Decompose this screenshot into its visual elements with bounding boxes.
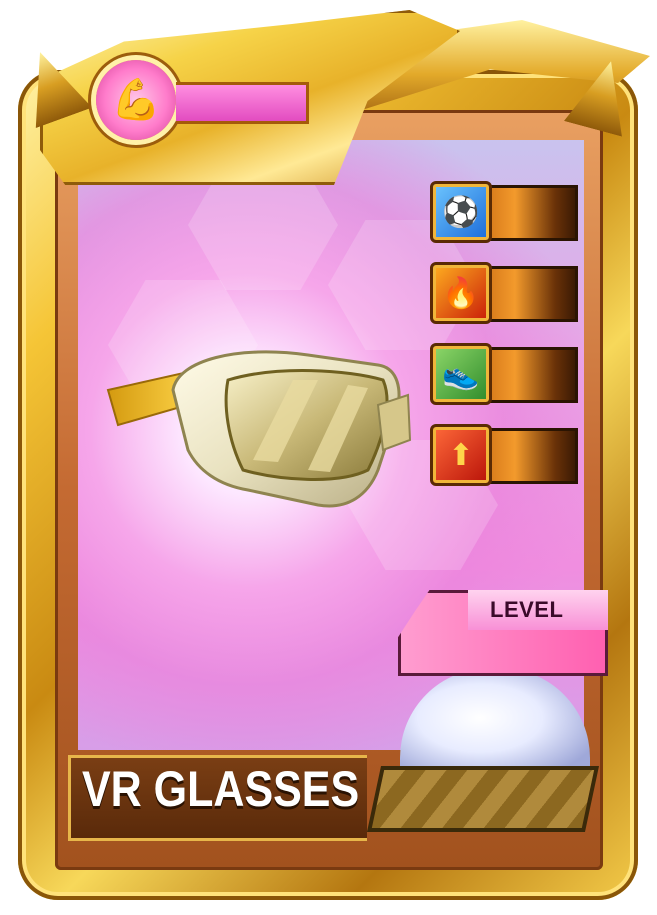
power-bar <box>176 82 309 124</box>
rarity-bar <box>366 766 600 832</box>
power-emblem: 💪 <box>96 60 176 140</box>
up-arrow-boost-icon: ⬆ <box>430 424 492 486</box>
skill-slot[interactable]: 👟 <box>430 343 578 405</box>
soccer-ball-icon: ⚽ <box>430 181 492 243</box>
flexed-bicep-icon: 💪 <box>111 78 161 122</box>
skill-slot[interactable]: ⬆ <box>430 424 578 486</box>
level-label: LEVEL <box>490 597 564 622</box>
fire-player-icon: 🔥 <box>430 262 492 324</box>
kick-boot-icon: 👟 <box>430 343 492 405</box>
skill-slot[interactable]: ⚽ <box>430 181 578 243</box>
skill-slot[interactable]: 🔥 <box>430 262 578 324</box>
item-card: 💪 ⚽ 🔥 👟 ⬆ LEVEL VR GLASSES <box>0 0 657 915</box>
item-name: VR GLASSES <box>82 761 360 817</box>
